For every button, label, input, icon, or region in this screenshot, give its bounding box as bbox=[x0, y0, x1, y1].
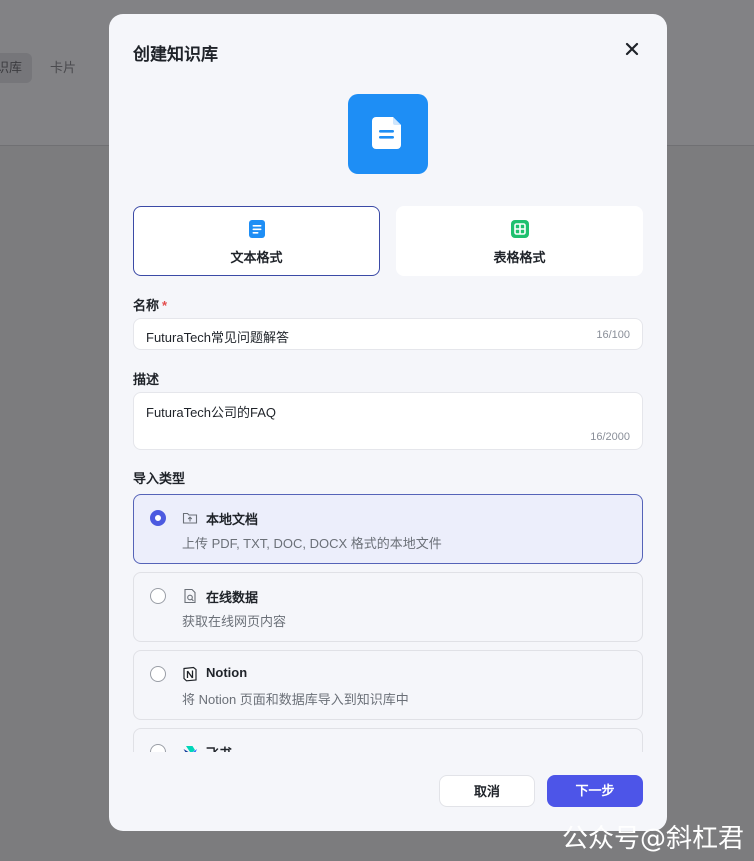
format-card-text[interactable]: 文本格式 bbox=[133, 206, 380, 276]
knowledge-hero-icon bbox=[348, 94, 428, 174]
option-description: 获取在线网页内容 bbox=[182, 614, 287, 629]
description-char-counter: 16/2000 bbox=[590, 431, 630, 443]
option-title: 本地文档 bbox=[206, 512, 259, 527]
name-input[interactable]: FuturaTech常见问题解答 16/100 bbox=[133, 318, 643, 350]
required-mark: * bbox=[162, 298, 168, 313]
radio-button-selected[interactable] bbox=[150, 510, 166, 526]
import-option-local-file[interactable]: 本地文档 上传 PDF, TXT, DOC, DOCX 格式的本地文件 bbox=[133, 494, 643, 564]
description-label: 描述 bbox=[133, 372, 160, 387]
background-tab-knowledge[interactable]: 识库 bbox=[0, 53, 33, 83]
import-type-label: 导入类型 bbox=[133, 471, 186, 486]
option-description: 将 Notion 页面和数据库导入到知识库中 bbox=[182, 692, 409, 707]
import-option-online-data[interactable]: 在线数据 获取在线网页内容 bbox=[133, 572, 643, 642]
format-card-label: 表格格式 bbox=[493, 250, 546, 265]
description-value: FuturaTech公司的FAQ bbox=[146, 405, 277, 420]
document-icon bbox=[372, 117, 401, 149]
radio-button[interactable] bbox=[150, 744, 166, 752]
description-textarea[interactable]: FuturaTech公司的FAQ 16/2000 bbox=[133, 392, 643, 450]
create-knowledge-modal: 创建知识库 文本格式 表格格式 名称 * FuturaTech常见问题解答 16… bbox=[109, 14, 667, 831]
modal-title: 创建知识库 bbox=[133, 45, 218, 64]
name-char-counter: 16/100 bbox=[596, 329, 630, 341]
close-icon bbox=[625, 42, 639, 56]
cancel-button[interactable]: 取消 bbox=[439, 775, 535, 807]
web-page-icon bbox=[184, 588, 196, 604]
import-option-feishu[interactable]: 飞书 bbox=[133, 728, 643, 752]
background-tab-cards[interactable]: 卡片 bbox=[40, 53, 86, 83]
option-title: 飞书 bbox=[206, 743, 232, 752]
next-step-button[interactable]: 下一步 bbox=[547, 775, 643, 807]
name-input-value: FuturaTech常见问题解答 bbox=[146, 330, 290, 345]
name-label: 名称 * bbox=[133, 295, 167, 314]
radio-button[interactable] bbox=[150, 666, 166, 682]
table-icon bbox=[511, 220, 529, 238]
option-title: Notion bbox=[206, 665, 248, 680]
import-options-list[interactable]: 本地文档 上传 PDF, TXT, DOC, DOCX 格式的本地文件 在线数据… bbox=[109, 492, 667, 752]
name-label-text: 名称 bbox=[133, 298, 160, 313]
radio-button[interactable] bbox=[150, 588, 166, 604]
upload-folder-icon bbox=[182, 512, 198, 524]
close-button[interactable] bbox=[623, 40, 641, 58]
import-option-notion[interactable]: Notion 将 Notion 页面和数据库导入到知识库中 bbox=[133, 650, 643, 720]
feishu-icon bbox=[183, 746, 197, 752]
option-description: 上传 PDF, TXT, DOC, DOCX 格式的本地文件 bbox=[182, 536, 442, 551]
option-title: 在线数据 bbox=[206, 590, 259, 605]
format-card-table[interactable]: 表格格式 bbox=[396, 206, 643, 276]
document-icon bbox=[249, 220, 265, 238]
format-card-label: 文本格式 bbox=[230, 250, 283, 265]
notion-icon bbox=[183, 666, 197, 682]
watermark-text: 公众号@斜杠君 bbox=[561, 824, 744, 854]
